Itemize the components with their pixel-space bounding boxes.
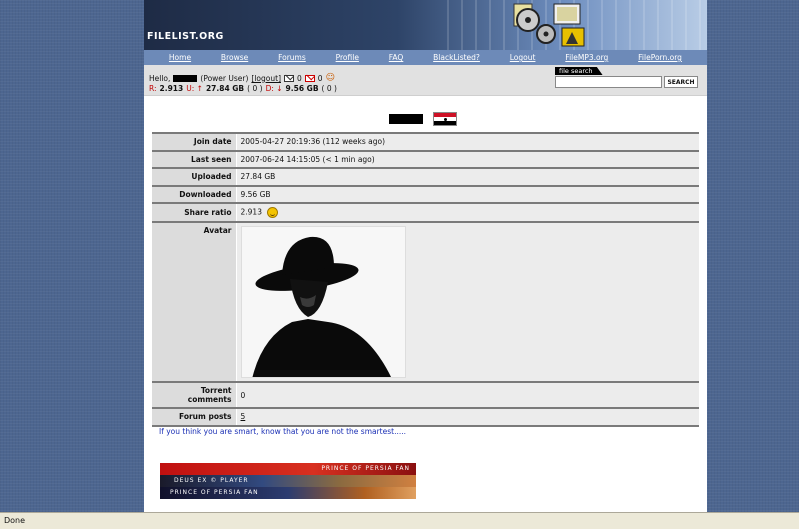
ratio-label: R: xyxy=(149,84,157,93)
main-nav: Home Browse Forums Profile FAQ BlackList… xyxy=(144,50,707,65)
nav-logout[interactable]: Logout xyxy=(510,53,536,62)
user-status-bar: Hello, (Power User) [logout] 0 0 ☺ R: 2.… xyxy=(144,65,707,96)
avatar-cell xyxy=(236,221,699,383)
table-row: Share ratio 2.913 xyxy=(152,202,699,223)
file-search-tab: file search xyxy=(555,67,603,75)
user-class: (Power User) xyxy=(200,73,249,83)
table-row: Last seen 2007-06-24 14:15:05 (< 1 min a… xyxy=(152,149,699,169)
torrent-comments-label: Torrent comments xyxy=(152,381,237,409)
inbox-icon[interactable] xyxy=(284,74,294,82)
signature-text: If you think you are smart, know that yo… xyxy=(159,427,407,436)
forum-posts-cell: 5 xyxy=(236,407,699,427)
last-seen-label: Last seen xyxy=(152,149,237,169)
country-flag-icon xyxy=(433,112,457,126)
download-value: 9.56 GB xyxy=(285,84,319,93)
signature-banner-3: PRINCE OF PERSIA FAN xyxy=(160,487,416,499)
nav-filemp3[interactable]: FileMP3.org xyxy=(565,53,608,62)
download-extra: ( 0 ) xyxy=(321,84,337,93)
share-ratio-cell: 2.913 xyxy=(236,202,699,223)
signature-banner-2: DEUS EX © PLAYER xyxy=(160,475,416,487)
uploaded-label: Uploaded xyxy=(152,167,237,187)
uploaded-value: 27.84 GB xyxy=(236,167,699,187)
nav-blacklisted[interactable]: BlackListed? xyxy=(433,53,480,62)
downloaded-label: Downloaded xyxy=(152,184,237,204)
redacted-profile-name xyxy=(389,114,423,124)
upload-value: 27.84 GB xyxy=(205,84,245,93)
logout-link[interactable]: [logout] xyxy=(251,74,281,83)
last-seen-value: 2007-06-24 14:15:05 (< 1 min ago) xyxy=(236,149,699,169)
nav-profile[interactable]: Profile xyxy=(336,53,359,62)
signature-banners: PRINCE OF PERSIA FAN DEUS EX © PLAYER PR… xyxy=(160,463,416,499)
avatar xyxy=(240,226,406,378)
nav-forums[interactable]: Forums xyxy=(278,53,306,62)
file-search-input[interactable] xyxy=(555,76,662,88)
search-button[interactable]: SEARCH xyxy=(664,76,698,88)
page-container: FILELIST.ORG Home Browse Forums Profile … xyxy=(144,0,707,512)
hat-silhouette-icon xyxy=(241,227,405,377)
join-date-label: Join date xyxy=(152,132,237,152)
site-banner: FILELIST.ORG xyxy=(144,0,707,50)
ratio-value: 2.913 xyxy=(159,84,184,93)
status-text: Done xyxy=(4,516,26,525)
browser-status-bar: Done xyxy=(0,512,799,529)
profile-info-table: Join date 2005-04-27 20:19:36 (112 weeks… xyxy=(152,132,699,427)
nav-fileporn[interactable]: FilePorn.org xyxy=(638,53,682,62)
forum-posts-label: Forum posts xyxy=(152,407,237,427)
share-ratio-value: 2.913 xyxy=(240,207,262,217)
profile-header xyxy=(389,112,457,126)
avatar-label: Avatar xyxy=(152,221,237,383)
upload-label: U: ↑ xyxy=(186,84,203,93)
hello-text: Hello, xyxy=(149,73,171,83)
outbox-count: 0 xyxy=(317,73,323,83)
nav-browse[interactable]: Browse xyxy=(221,53,248,62)
join-date-value: 2005-04-27 20:19:36 (112 weeks ago) xyxy=(236,132,699,152)
banner-art-icon xyxy=(513,3,585,47)
friends-icon[interactable]: ☺ xyxy=(326,73,335,83)
signature-banner-1: PRINCE OF PERSIA FAN xyxy=(160,463,416,475)
forum-posts-link[interactable]: 5 xyxy=(241,412,246,421)
downloaded-value: 9.56 GB xyxy=(236,184,699,204)
table-row: Join date 2005-04-27 20:19:36 (112 weeks… xyxy=(152,132,699,152)
site-logo[interactable]: FILELIST.ORG xyxy=(147,31,224,42)
upload-extra: ( 0 ) xyxy=(247,84,263,93)
table-row: Torrent comments 0 xyxy=(152,381,699,409)
table-row: Uploaded 27.84 GB xyxy=(152,167,699,187)
inbox-count: 0 xyxy=(297,73,302,83)
table-row: Avatar xyxy=(152,221,699,383)
torrent-comments-value: 0 xyxy=(236,381,699,409)
redacted-username[interactable] xyxy=(173,74,198,82)
smiley-icon xyxy=(267,207,279,218)
share-ratio-label: Share ratio xyxy=(152,202,237,223)
nav-home[interactable]: Home xyxy=(169,53,191,62)
outbox-icon[interactable] xyxy=(304,74,315,82)
download-label: D: ↓ xyxy=(265,84,283,93)
table-row: Forum posts 5 xyxy=(152,407,699,427)
nav-faq[interactable]: FAQ xyxy=(389,53,404,62)
table-row: Downloaded 9.56 GB xyxy=(152,184,699,204)
